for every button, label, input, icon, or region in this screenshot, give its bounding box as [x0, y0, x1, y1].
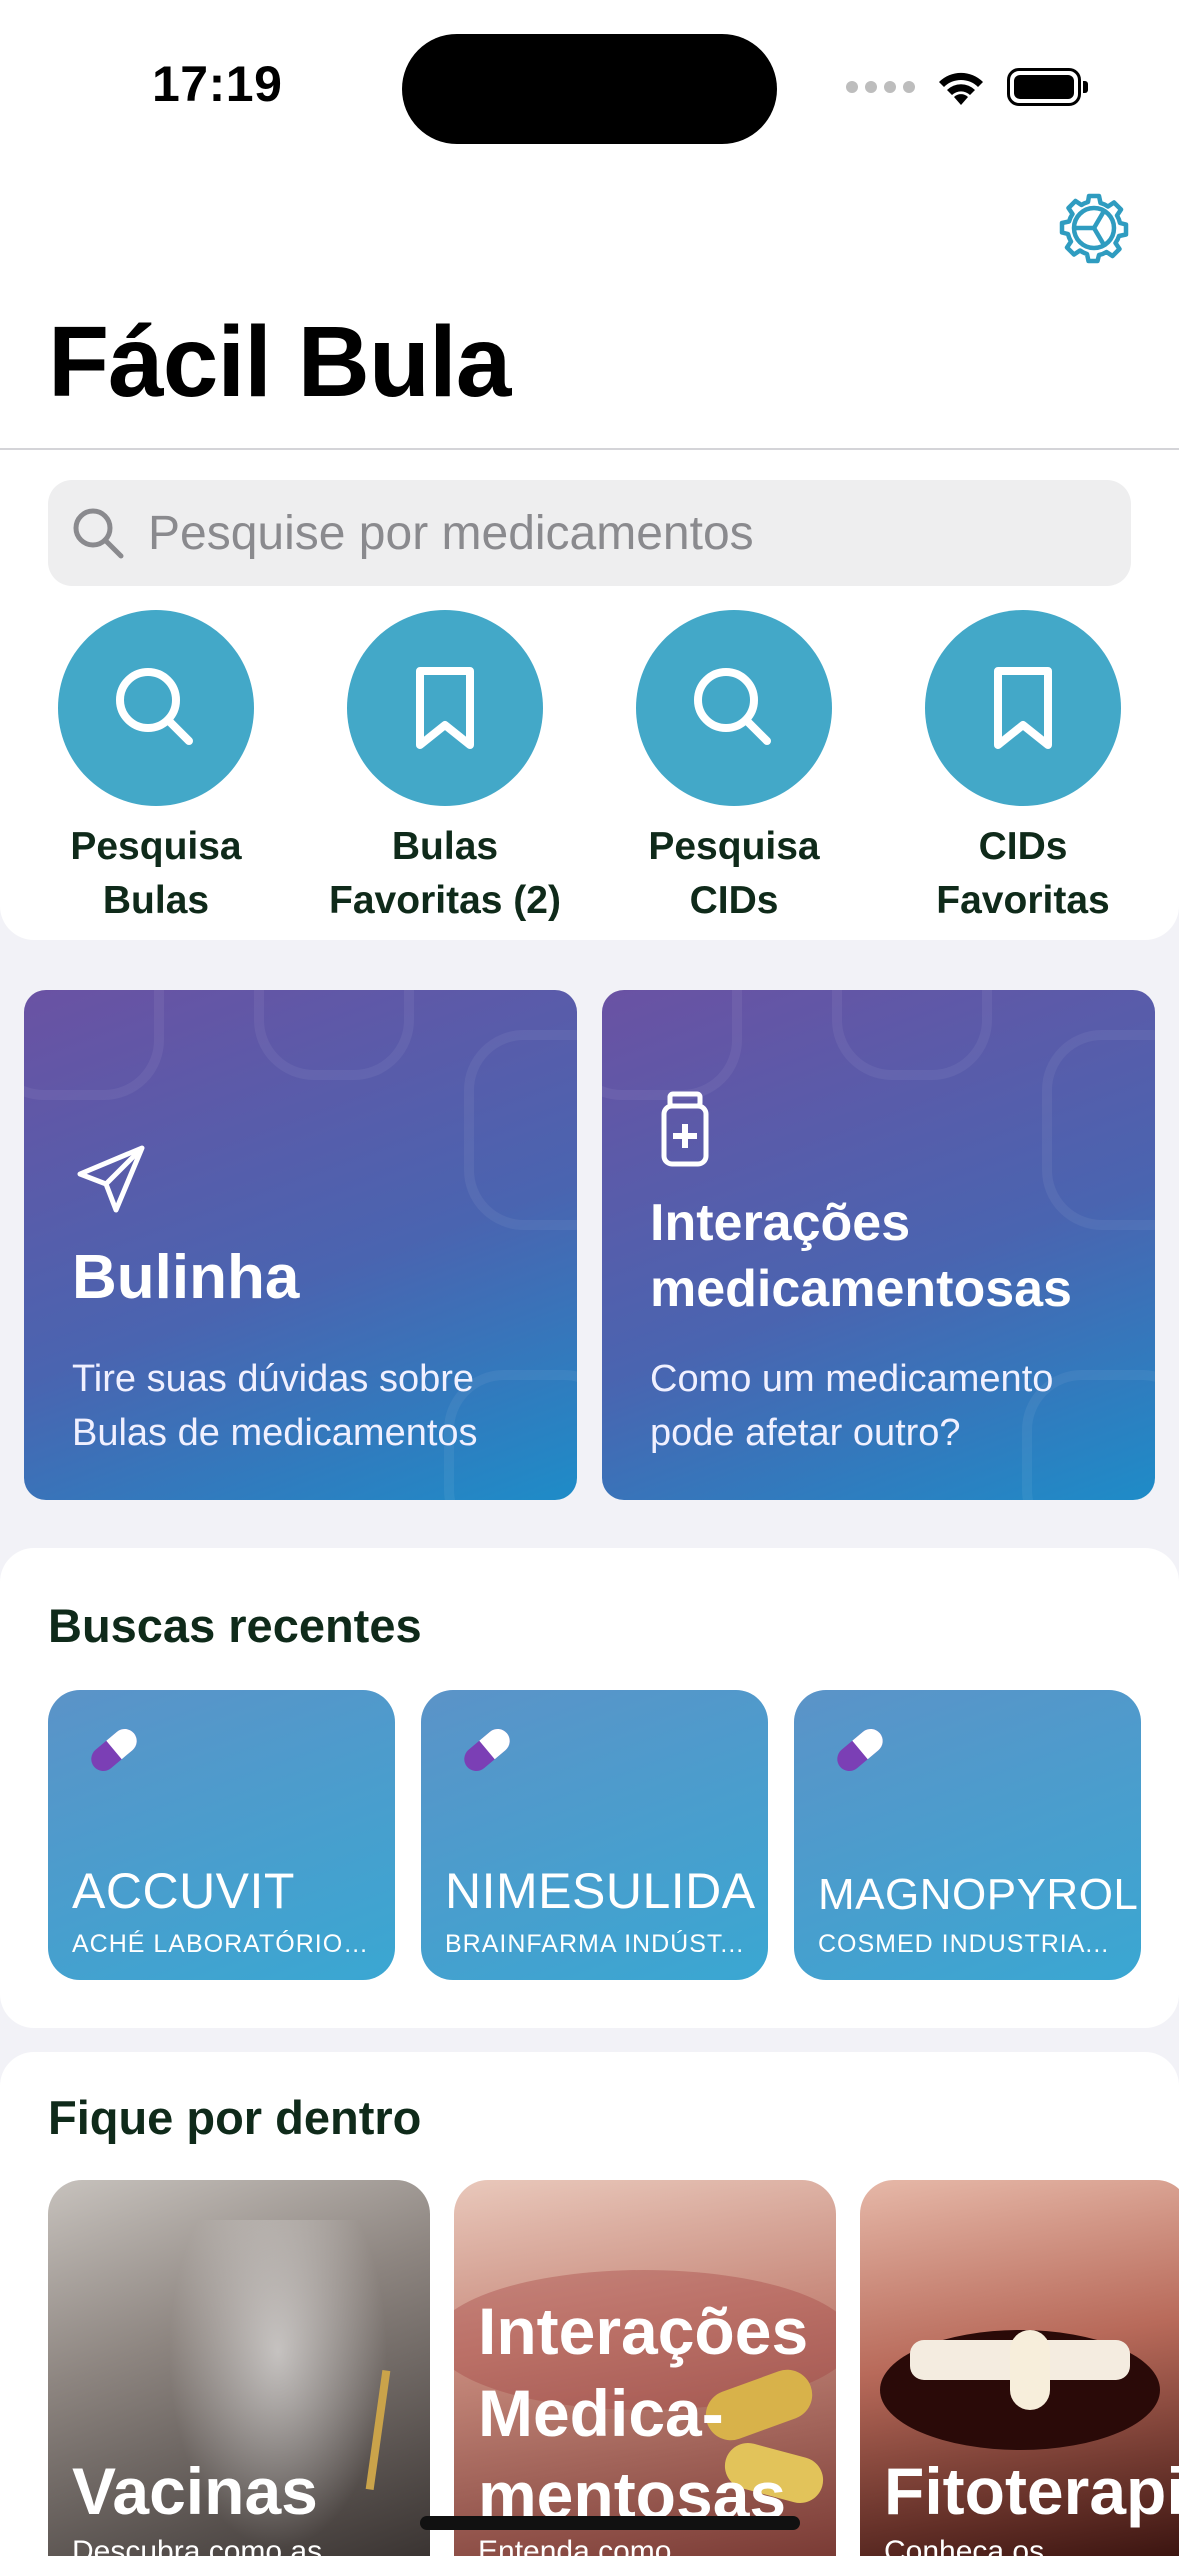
page-title: Fácil Bula [48, 306, 511, 418]
interacoes-subtitle-1: Como um medicamento [650, 1358, 1054, 1400]
pill-icon [91, 1729, 137, 1771]
search-icon [73, 508, 124, 559]
interacoes-card[interactable]: Interações medicamentosas Como um medica… [602, 990, 1155, 1500]
quick-action-circle[interactable] [347, 610, 543, 806]
search-bar[interactable] [48, 480, 1131, 586]
settings-button[interactable] [1058, 192, 1130, 264]
interacoes-subtitle-2: pode afetar outro? [650, 1412, 961, 1454]
news-card-subtitle: Entenda como [478, 2535, 672, 2556]
news-card-vacinas[interactable]: Vacinas [48, 2180, 430, 2556]
home-indicator[interactable] [420, 2516, 800, 2530]
wifi-icon [939, 72, 983, 105]
recent-item-name: MAGNOPYROL [818, 1870, 1139, 1919]
recent-item-card[interactable]: NIMESULIDA BRAINFARMA INDÚST... [421, 1690, 768, 1980]
quick-action-bulas-favoritas[interactable]: Bulas Favoritas (2) [315, 610, 575, 928]
recent-item-card[interactable]: ACCUVIT ACHÉ LABORATÓRIOS... [48, 1690, 395, 1980]
search-input[interactable] [148, 505, 1048, 561]
bulinha-subtitle-2: Bulas de medicamentos [72, 1412, 478, 1454]
medicine-bottle-icon [661, 1091, 709, 1167]
pill-icon [464, 1729, 510, 1771]
quick-action-label: Pesquisa Bulas [70, 825, 242, 922]
quick-action-label: Pesquisa CIDs [648, 825, 820, 922]
interacoes-title-2: medicamentosas [650, 1260, 1072, 1318]
news-card-subtitle: Conheça os benefícios [884, 2535, 1045, 2556]
pill-icon [837, 1729, 883, 1771]
bookmark-icon [994, 667, 1052, 749]
bookmark-icon [416, 667, 474, 749]
news-card-title-2: Medica- [478, 2376, 724, 2450]
recent-searches-title: Buscas recentes [48, 1599, 422, 1652]
paper-plane-icon [77, 1145, 145, 1213]
quick-actions: Pesquisa Bulas Bulas Favoritas (2) Pesquis… [0, 610, 1179, 930]
news-card-title: Fitoterapi [884, 2454, 1179, 2528]
gear-icon [1059, 193, 1129, 264]
recent-item-name: NIMESULIDA [445, 1863, 756, 1919]
news-card-title: Vacinas [72, 2454, 318, 2528]
status-icons [846, 62, 1088, 112]
quick-action-circle[interactable] [636, 610, 832, 806]
news-card-subtitle: Descubra como as [72, 2535, 323, 2556]
bulinha-title: Bulinha [72, 1243, 300, 1312]
quick-action-label: CIDs Favoritas [936, 825, 1110, 922]
recent-item-lab: BRAINFARMA INDÚST... [445, 1930, 745, 1958]
bulinha-card[interactable]: Bulinha Tire suas dúvidas sobre Bulas de… [24, 990, 577, 1500]
header-divider [0, 448, 1179, 450]
quick-action-circle[interactable] [925, 610, 1121, 806]
recent-item-name: ACCUVIT [72, 1863, 295, 1919]
recent-item-card[interactable]: MAGNOPYROL COSMED INDUSTRIA... [794, 1690, 1141, 1980]
dynamic-island [402, 34, 777, 144]
search-icon [116, 668, 193, 745]
status-time: 17:19 [152, 56, 283, 112]
bulinha-subtitle-1: Tire suas dúvidas sobre [72, 1358, 475, 1400]
quick-action-pesquisa-cids[interactable]: Pesquisa CIDs [604, 610, 864, 928]
recent-item-lab: ACHÉ LABORATÓRIOS... [72, 1930, 377, 1958]
quick-action-circle[interactable] [58, 610, 254, 806]
quick-action-cids-favoritas[interactable]: CIDs Favoritas [893, 610, 1153, 928]
battery-icon [1007, 68, 1088, 106]
quick-action-label: Bulas Favoritas (2) [329, 825, 561, 922]
search-icon [694, 668, 771, 745]
quick-action-pesquisa-bulas[interactable]: Pesquisa Bulas [26, 610, 286, 928]
news-card-interacoes[interactable]: Interações Medica- mentosas [454, 2180, 836, 2556]
news-card-title-1: Interações [478, 2294, 809, 2368]
news-title: Fique por dentro [48, 2091, 422, 2144]
news-card-fitoterapia[interactable]: Fitoterapi [860, 2180, 1179, 2556]
recent-item-lab: COSMED INDUSTRIA... [818, 1930, 1110, 1958]
interacoes-title-1: Interações [650, 1194, 911, 1252]
cellular-signal-icon [846, 81, 915, 93]
